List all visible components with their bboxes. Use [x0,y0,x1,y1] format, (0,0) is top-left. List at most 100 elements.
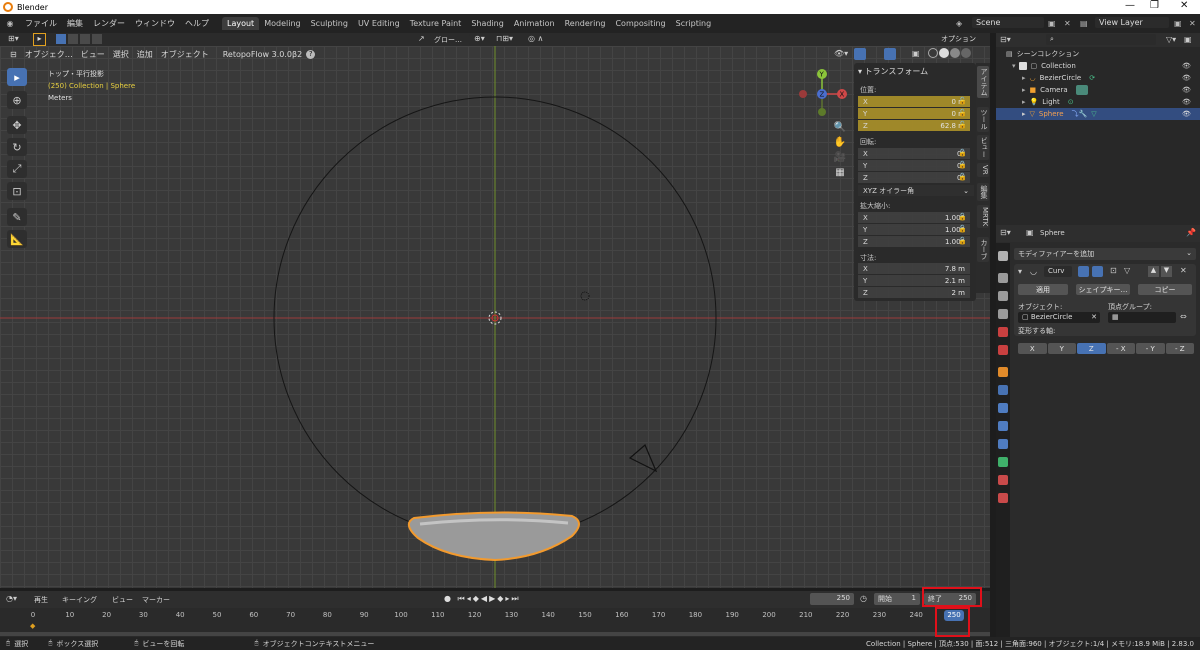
edit-mode-toggle-icon[interactable] [1078,266,1089,277]
tab-modeling[interactable]: Modeling [259,17,305,30]
outliner-item-light[interactable]: ▸ 💡 Light ⊙ 👁 [996,96,1200,108]
apply-button[interactable]: 適用 [1018,284,1068,295]
properties-editor-icon[interactable]: ⊟▾ [1000,228,1011,237]
move-up-icon[interactable]: ▲ [1148,266,1159,277]
tab-scripting[interactable]: Scripting [671,17,717,30]
mode-intersect-icon[interactable] [92,34,102,44]
delete-scene-icon[interactable]: ✕ [1064,19,1071,28]
move-down-icon[interactable]: ▼ [1161,266,1172,277]
wireframe-shading-icon[interactable] [928,48,938,58]
axis-z-button[interactable]: Z [1077,343,1106,354]
realtime-toggle-icon[interactable] [1092,266,1103,277]
rotation-x-field[interactable]: X 0° [858,148,970,159]
rendered-shading-icon[interactable] [961,48,971,58]
lock-icon[interactable]: 🔓 [958,173,968,183]
tab-curve[interactable]: カーブ [977,237,989,262]
navigation-gizmo[interactable]: Y X Z [796,66,852,126]
view-layer-tab-icon[interactable] [998,309,1008,319]
tab-sculpting[interactable]: Sculpting [306,17,353,30]
rotate-tool-icon[interactable]: ↻ [7,138,27,156]
lock-icon[interactable]: 🔓 [958,213,968,223]
texture-tab-icon[interactable] [998,493,1008,503]
physics-tab-icon[interactable] [998,421,1008,431]
expand-icon[interactable]: ▾ [1018,267,1022,276]
new-scene-icon[interactable]: ▣ [1048,19,1056,28]
lock-icon[interactable]: 🔓 [958,121,968,131]
object-tab-icon[interactable] [998,367,1008,377]
rotation-z-field[interactable]: Z 0° [858,172,970,183]
render-tab-icon[interactable] [998,273,1008,283]
dimension-z-field[interactable]: Z2 m [858,287,970,298]
lock-icon[interactable]: 🔓 [958,225,968,235]
tab-compositing[interactable]: Compositing [610,17,670,30]
view-layer-selector[interactable]: View Layer [1095,17,1169,28]
overlay-toggle-icon[interactable] [884,48,896,60]
vertex-group-field[interactable]: ▦ [1108,312,1176,323]
retopoflow-menu[interactable]: RetopoFlow 3.0.0β2 [219,49,306,60]
xray-icon[interactable]: ▣ [912,49,920,58]
transform-orientation-select[interactable]: グロー… [430,34,470,45]
menu-edit[interactable]: 編集 [62,18,88,29]
lock-icon[interactable]: 🔓 [958,237,968,247]
solid-shading-icon[interactable] [939,48,949,58]
lock-icon[interactable]: 🔓 [958,109,968,119]
tab-uv-editing[interactable]: UV Editing [353,17,405,30]
mode-selector[interactable]: オブジェク… [21,48,77,61]
scale-z-field[interactable]: Z 1.000 [858,236,970,247]
add-modifier-button[interactable]: モディファイアーを追加 ⌄ [1014,248,1196,260]
lock-icon[interactable]: 🔓 [958,97,968,107]
dimension-x-field[interactable]: X 7.8 m [858,263,970,274]
tab-edit[interactable]: 編集 [977,183,989,201]
delete-view-layer-icon[interactable]: ✕ [1189,19,1196,28]
pivot-icon[interactable]: ⊕▾ [474,34,485,43]
axis-neg-x-button[interactable]: - X [1106,343,1135,354]
outliner-item-camera[interactable]: ▸ ■ Camera 👁 [996,84,1200,96]
transform-panel-header[interactable]: ▾ トランスフォーム [858,66,928,77]
outliner-search-input[interactable]: ⌕ [1046,34,1156,45]
modifier-tab-icon[interactable] [998,385,1008,395]
editor-type-icon[interactable]: ⊞▾ [8,34,19,43]
tool-tab-icon[interactable] [998,251,1008,261]
tab-tool[interactable]: ツール [977,107,989,132]
vertex-icon[interactable]: ▽ [1124,266,1130,275]
menu-file[interactable]: ファイル [20,18,62,29]
modifier-name-field[interactable]: Curv [1044,266,1072,277]
invert-icon[interactable]: ⇔ [1180,312,1187,321]
close-icon[interactable]: ✕ [1180,0,1188,11]
tab-rendering[interactable]: Rendering [560,17,611,30]
pin-icon[interactable]: 📌 [1186,228,1196,237]
outliner-editor-icon[interactable]: ⊟▾ [1000,35,1011,44]
filter-icon[interactable]: ▽▾ [1166,35,1176,44]
annotate-tool-icon[interactable]: ✎ [7,208,27,226]
select-tool-icon[interactable]: ▸ [33,33,46,46]
shapekey-button[interactable]: シェイプキー… [1076,284,1130,295]
outliner-collection[interactable]: ▾ ▢ Collection 👁 [996,60,1200,72]
tab-view[interactable]: ビュー [977,135,989,160]
select-box-tool-icon[interactable]: ▸ [7,68,27,86]
transform-tool-icon[interactable]: ⊡ [7,182,27,200]
camera-view-icon[interactable]: 🎥 [833,152,847,163]
lock-icon[interactable]: 🔓 [958,161,968,171]
close-icon[interactable]: ✕ [1180,266,1187,275]
material-tab-icon[interactable] [998,475,1008,485]
dimension-y-field[interactable]: Y 2.1 m [858,275,970,286]
constraints-tab-icon[interactable] [998,439,1008,449]
timeline-scrollbar[interactable] [0,632,990,636]
axis-neg-y-button[interactable]: - Y [1136,343,1165,354]
particles-tab-icon[interactable] [998,403,1008,413]
pan-hand-icon[interactable]: ✋ [833,137,847,148]
tab-vr[interactable]: VR [977,163,989,177]
zoom-icon[interactable]: 🔍 [833,122,847,133]
cursor-tool-icon[interactable]: ⊕ [7,91,27,109]
menu-add[interactable]: 追加 [133,48,157,61]
outliner-item-sphere[interactable]: ▸ ▽ Sphere ⤵🔧 ▽ 👁 [996,108,1200,120]
tab-layout[interactable]: Layout [222,17,260,30]
scene-tab-icon[interactable] [998,327,1008,337]
tab-shading[interactable]: Shading [466,17,509,30]
location-y-field[interactable]: Y0 m [858,108,970,119]
axis-x-button[interactable]: X [1018,343,1047,354]
mode-subtract-icon[interactable] [80,34,90,44]
menu-object[interactable]: オブジェクト [157,48,213,61]
gizmo-toggle-icon[interactable] [854,48,866,60]
menu-view[interactable]: ビュー [77,48,109,61]
